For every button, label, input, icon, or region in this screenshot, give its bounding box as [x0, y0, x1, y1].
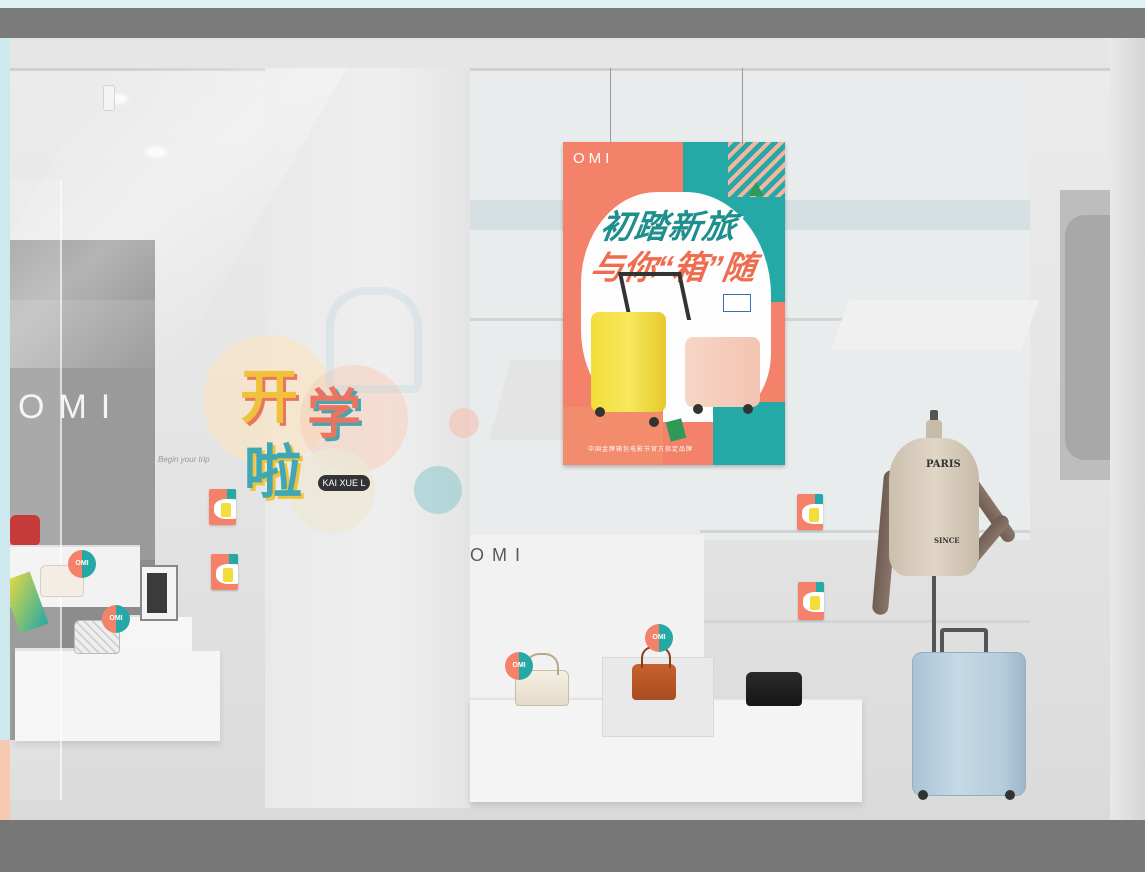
shelf-line: [700, 620, 1030, 623]
decal-char-xue: 学: [307, 383, 361, 446]
orange-handbag: [632, 664, 676, 700]
blue-suitcase: [912, 652, 1026, 796]
suitcase-wheel: [595, 407, 605, 417]
poster-footer: 中国金牌箱包电影节官方指定品牌: [588, 447, 694, 453]
omi-badge: OMI: [505, 652, 533, 680]
omi-badge: OMI: [102, 605, 130, 633]
poster-wire: [742, 68, 743, 144]
yellow-suitcase: [591, 312, 666, 412]
left-frame: [0, 38, 10, 820]
omi-badge: OMI: [68, 550, 96, 578]
center-logo: OMI: [470, 545, 528, 565]
storefront-scene: OMI OMI OMI OMI OMI OMI 开 学 啦 KAI XUE L …: [0, 0, 1145, 872]
decal-bubble: [449, 408, 479, 438]
decal-char-la: 啦: [244, 438, 303, 506]
mini-poster-sticker: [798, 582, 824, 620]
poster-brand: OMI: [573, 150, 614, 167]
flask-icon: [748, 182, 764, 196]
bottom-band: [0, 820, 1145, 872]
red-handbag: [10, 515, 40, 545]
mannequin-text-since: SINCE: [934, 536, 960, 545]
suitcase-wheel: [693, 404, 703, 414]
decal-char-kai: 开: [240, 363, 299, 431]
decal-bubble: [414, 466, 462, 514]
book-icon: [723, 294, 751, 312]
mini-poster-sticker: [209, 489, 236, 525]
black-handbag: [746, 672, 802, 706]
mannequin-text-paris: PARIS: [926, 459, 961, 470]
mini-poster-sticker: [211, 554, 238, 590]
suitcase-wheel: [743, 404, 753, 414]
poster-wire: [610, 68, 611, 144]
mini-poster-sticker: [797, 494, 823, 530]
hanging-poster: OMI 初踏新旅 与你“箱”随 中国金牌箱包电影节官方指定品牌: [563, 142, 785, 465]
poster-orange-corner: [563, 407, 663, 465]
right-frame: [1110, 38, 1145, 820]
photo-figure: [147, 573, 167, 613]
suitcase-wheel: [918, 790, 928, 800]
omi-badge: OMI: [645, 624, 673, 652]
wall-shelf: [830, 300, 1040, 350]
shelf-line: [700, 530, 1030, 533]
right-wall-notch: [1065, 215, 1110, 460]
pink-suitcase: [685, 337, 760, 407]
ceiling: [10, 38, 1110, 71]
suitcase-wheel: [1005, 790, 1015, 800]
decal-badge: KAI XUE L: [318, 475, 370, 491]
suitcase-wheel: [649, 417, 659, 427]
window-script-text: Begin your trip: [158, 455, 210, 464]
top-light-strip: [0, 0, 1145, 8]
